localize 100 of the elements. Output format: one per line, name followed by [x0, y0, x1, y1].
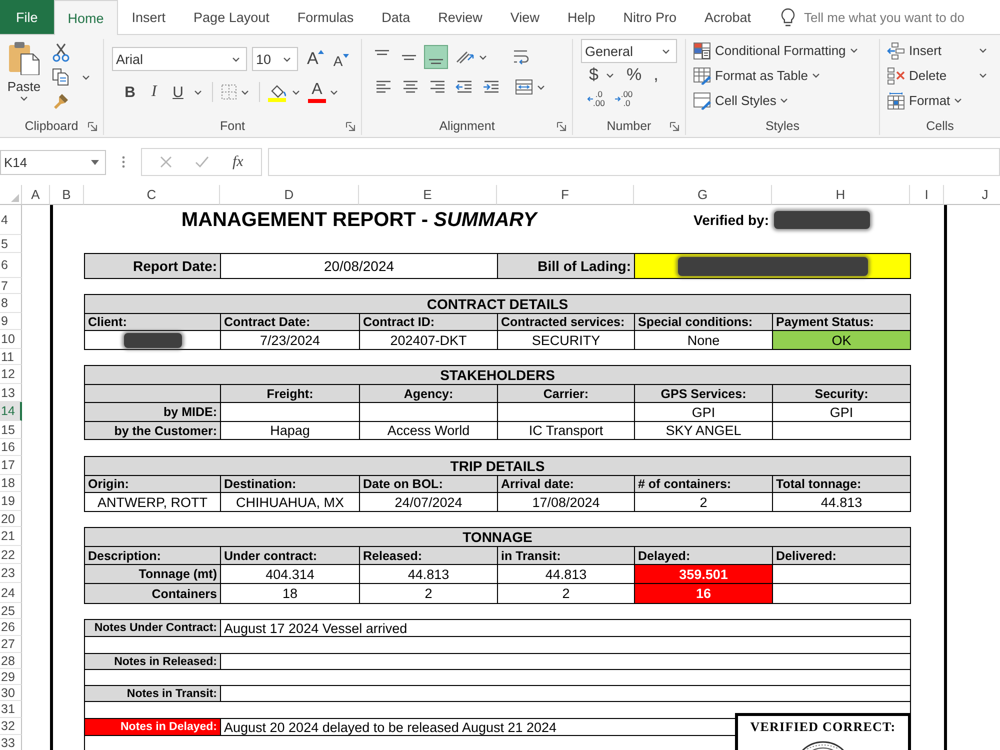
ribbon-tab[interactable]: Acrobat [690, 0, 766, 34]
row-number[interactable]: 6 [0, 253, 22, 278]
ribbon-tab[interactable]: Data [368, 0, 424, 34]
ribbon-tab[interactable]: Help [553, 0, 610, 34]
align-bottom-button[interactable] [424, 45, 448, 69]
row-number[interactable]: 5 [0, 235, 22, 253]
font-size-dropdown[interactable]: 10 [252, 47, 298, 71]
check-icon[interactable] [195, 156, 210, 168]
copy-icon[interactable] [52, 68, 70, 86]
row-number[interactable]: 20 [0, 511, 22, 527]
italic-button[interactable]: I [142, 81, 166, 103]
tell-me-field[interactable]: Tell me what you want to do [804, 10, 976, 24]
table-cell: 16 [634, 583, 773, 604]
caret-icon[interactable] [194, 90, 202, 94]
row-number[interactable]: 11 [0, 349, 22, 365]
percent-button[interactable]: % [618, 65, 646, 85]
row-number[interactable]: 4 [0, 205, 22, 235]
currency-button[interactable]: $ [581, 65, 602, 85]
ribbon-tab[interactable]: View [496, 0, 554, 34]
ribbon-tab[interactable]: Page Layout [180, 0, 284, 34]
row-number[interactable]: 26 [0, 619, 22, 636]
shrink-font-button[interactable]: A [333, 52, 349, 68]
column-header[interactable]: D [220, 185, 359, 205]
ribbon-tab[interactable]: Insert [118, 0, 180, 34]
column-header[interactable]: J [944, 185, 1000, 205]
row-number[interactable]: 16 [0, 439, 22, 456]
caret-icon[interactable] [292, 90, 300, 94]
number-format-dropdown[interactable]: General [581, 39, 677, 63]
row-number[interactable]: 17 [0, 456, 22, 475]
formula-field[interactable] [268, 148, 1000, 176]
ribbon-tab[interactable]: Formulas [283, 0, 368, 34]
ribbon-tab[interactable]: Home [54, 0, 118, 35]
comma-button[interactable]: , [646, 65, 662, 85]
row-number[interactable]: 27 [0, 636, 22, 653]
launcher-icon[interactable] [346, 122, 355, 130]
column-header[interactable]: H [772, 185, 910, 205]
font-color-button[interactable]: A [308, 82, 326, 102]
insert-cells-button[interactable]: Insert [887, 41, 987, 60]
row-number[interactable]: 12 [0, 365, 22, 384]
row-number[interactable]: 15 [0, 421, 22, 439]
ribbon-tab[interactable]: File [0, 0, 54, 34]
increase-decimal-button[interactable]: .0 .00 [587, 90, 605, 108]
paste-button[interactable]: Paste [4, 41, 44, 117]
delete-cells-button[interactable]: Delete [887, 66, 987, 85]
row-number[interactable]: 23 [0, 564, 22, 583]
decrease-decimal-button[interactable]: .00 .0 [614, 90, 633, 108]
bold-button[interactable]: B [118, 81, 142, 103]
row-number[interactable]: 8 [0, 294, 22, 313]
column-header[interactable]: E [359, 185, 497, 205]
table-cell: 359.501 [634, 564, 773, 584]
launcher-icon[interactable] [88, 122, 97, 130]
underline-button[interactable]: U [166, 81, 190, 103]
row-number[interactable]: 30 [0, 685, 22, 701]
column-header[interactable]: I [910, 185, 944, 205]
caret-icon[interactable] [606, 72, 614, 78]
wrap-arrow-icon[interactable] [513, 48, 529, 66]
row-number[interactable]: 25 [0, 603, 22, 619]
caret-icon[interactable] [82, 74, 90, 80]
caret-icon[interactable] [479, 54, 487, 60]
scissors-icon[interactable] [52, 43, 70, 62]
merge-cells-icon[interactable] [515, 79, 533, 95]
caret-icon[interactable] [330, 90, 338, 94]
row-number[interactable]: 19 [0, 492, 22, 511]
row-number[interactable]: 22 [0, 546, 22, 564]
row-number[interactable]: 32 [0, 718, 22, 735]
launcher-icon[interactable] [670, 122, 679, 130]
row-number[interactable]: 31 [0, 701, 22, 718]
cell-styles-button[interactable]: Cell Styles [693, 91, 879, 110]
format-as-table-button[interactable]: Format as Table [693, 66, 879, 85]
name-box[interactable]: K14 [0, 150, 106, 174]
row-number[interactable]: 14 [0, 402, 22, 421]
launcher-icon[interactable] [557, 122, 566, 130]
row-number[interactable]: 21 [0, 527, 22, 546]
lightbulb-icon [781, 8, 796, 26]
column-header[interactable]: B [50, 185, 84, 205]
conditional-formatting-button[interactable]: Conditional Formatting [693, 41, 879, 60]
caret-icon [812, 73, 820, 78]
column-header[interactable]: G [634, 185, 772, 205]
caret-icon[interactable] [537, 84, 545, 90]
caret-icon[interactable] [241, 90, 249, 94]
row-number[interactable]: 29 [0, 669, 22, 685]
row-number[interactable]: 7 [0, 278, 22, 294]
paint-bucket-icon[interactable] [268, 82, 288, 102]
column-header[interactable]: C [84, 185, 220, 205]
column-header[interactable]: F [497, 185, 634, 205]
row-number[interactable]: 28 [0, 653, 22, 669]
row-number[interactable]: 18 [0, 475, 22, 492]
paintbrush-icon[interactable] [52, 92, 70, 110]
row-number[interactable]: 9 [0, 313, 22, 330]
column-header: Destination: [220, 475, 360, 493]
row-number[interactable]: 33 [0, 735, 22, 750]
row-number[interactable]: 10 [0, 330, 22, 349]
font-name-dropdown[interactable]: Arial [112, 47, 247, 71]
ribbon-tab[interactable]: Nitro Pro [609, 0, 690, 34]
insert-function-button[interactable]: fx [232, 154, 244, 170]
format-cells-button[interactable]: Format [887, 91, 1000, 110]
column-header[interactable]: A [22, 185, 50, 205]
grow-font-button[interactable]: A [307, 49, 324, 69]
ribbon-tab[interactable]: Review [424, 0, 496, 34]
row-number[interactable]: 24 [0, 583, 22, 603]
